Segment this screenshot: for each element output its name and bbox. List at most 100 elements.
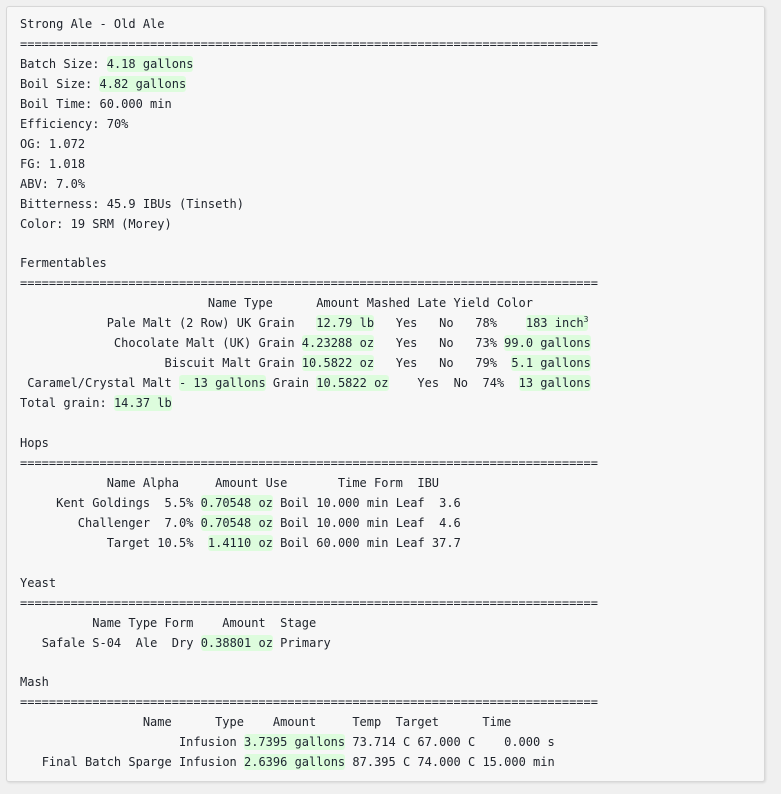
summary-label: Color: [20,216,64,231]
table-row: Pale Malt (2 Row) UK Grain 12.79 lb Yes … [20,315,589,332]
summary-value: 60.000 min [99,96,172,111]
hop-use: Boil [280,515,310,530]
hop-time: 10.000 min [316,495,389,510]
fermentable-type: Grain [272,376,310,391]
fermentable-amount: 10.5822 oz [316,375,389,392]
summary-row: Batch Size: 4.18 gallons [20,55,194,72]
fermentable-amount: 12.79 lb [316,315,375,332]
mash-type: Infusion [178,735,237,750]
mash-amount: 3.7395 gallons [243,734,346,751]
yeast-table: Name Type Form Amount Stage Safale S-04 … [20,616,331,651]
yeast-form: Dry [171,635,194,650]
fermentables-table: Name Type Amount Mashed Late Yield Color… [20,296,591,412]
yeast-name: Safale S-04 [41,635,122,650]
fermentable-type: Grain [258,336,295,351]
fermentable-mashed: Yes [395,356,418,371]
hop-time: 10.000 min [316,515,389,530]
hops-separator: ========================================… [20,455,598,470]
table-row: Name Alpha Amount Use Time Form IBU [20,476,439,490]
hop-ibu: 37.7 [431,535,461,550]
mash-temp: 87.395 C [352,755,411,770]
hop-name: Target [106,535,151,550]
fermentable-amount: 4.23288 oz [301,335,375,352]
hop-form: Leaf [395,515,425,530]
hop-use: Boil [280,495,310,510]
fermentable-late: No [439,316,454,331]
table-row: Chocolate Malt (UK) Grain 4.23288 oz Yes… [20,335,591,352]
fermentable-mashed: Yes [395,316,418,331]
hop-name: Challenger [77,515,151,530]
fermentable-color: 13 gallons [518,375,591,392]
summary-label: Efficiency: [20,116,100,131]
mash-time: 0.000 s [504,735,555,750]
summary-row: Bitterness: 45.9 IBUs (Tinseth) [20,197,244,211]
mash-target: 74.000 C [417,755,476,770]
yeast-header: Name Type Form Amount Stage [20,615,317,630]
table-row: Kent Goldings 5.5% 0.70548 oz Boil 10.00… [20,494,461,511]
summary-row: Boil Time: 60.000 min [20,97,172,111]
hops-title: Hops [20,436,49,451]
hop-amount: 1.4110 oz [207,534,273,551]
hop-amount: 0.70548 oz [200,494,273,511]
hop-amount: 0.70548 oz [200,514,273,531]
table-row: Final Batch Sparge Infusion 2.6396 gallo… [20,754,555,771]
hop-alpha: 7.0% [164,515,194,530]
fermentable-amount: 10.5822 oz [301,355,375,372]
fermentable-color: 99.0 gallons [504,335,591,352]
fermentable-yield: 78% [475,316,497,331]
yeast-type: Ale [135,635,158,650]
hop-alpha: 10.5% [157,535,194,550]
hop-time: 60.000 min [316,535,389,550]
total-grain-value: 14.37 lb [113,395,172,412]
fermentable-name: Caramel/Crystal Malt [27,376,172,391]
fermentable-type: Grain [258,316,295,331]
recipe-card: Strong Ale - Old Ale ===================… [6,6,765,782]
fermentable-late: No [439,336,454,351]
table-row: Target 10.5% 1.4110 oz Boil 60.000 min L… [20,534,461,551]
cubic-superscript: 3 [583,315,589,325]
mash-separator: ========================================… [20,695,598,710]
summary-row: ABV: 7.0% [20,177,85,191]
fermentable-color: 5.1 gallons [511,355,591,372]
hop-ibu: 3.6 [439,495,461,510]
hops-table: Name Alpha Amount Use Time Form IBU Kent… [20,476,461,551]
mash-header: Name Type Amount Temp Target Time [20,715,512,730]
total-grain-label: Total grain: [20,396,107,411]
fermentable-color: 183 inch3 [525,315,589,332]
table-row: Name Type Amount Temp Target Time [20,715,511,729]
hop-alpha: 5.5% [164,495,194,510]
yeast-stage: Primary [280,635,331,650]
table-row: Caramel/Crystal Malt - 13 gallons Grain … [20,375,591,392]
table-row: Biscuit Malt Grain 10.5822 oz Yes No 79%… [20,355,591,372]
fermentable-name: Biscuit Malt [164,356,252,371]
summary-value: 4.18 gallons [106,55,194,72]
mash-title: Mash [20,675,49,690]
summary-value: 7.0% [56,176,86,191]
hop-name: Kent Goldings [56,495,151,510]
hop-form: Leaf [395,535,425,550]
summary-value: 45.9 IBUs (Tinseth) [106,196,244,211]
hop-ibu: 4.6 [439,515,461,530]
summary-value: 19 SRM (Morey) [70,216,172,231]
recipe-text: Strong Ale - Old Ale ===================… [20,15,760,773]
summary-value: 1.018 [48,156,86,171]
fermentable-yield: 73% [475,336,497,351]
fermentables-separator: ========================================… [20,276,598,291]
summary-row: Color: 19 SRM (Morey) [20,217,172,231]
mash-target: 67.000 C [417,735,476,750]
hop-use: Boil [280,535,310,550]
fermentable-name: Pale Malt (2 Row) UK [106,316,252,331]
yeast-separator: ========================================… [20,595,598,610]
summary-label: Bitterness: [20,196,100,211]
fermentable-late: No [439,356,454,371]
mash-time: 15.000 min [482,755,555,770]
recipe-body: Strong Ale - Old Ale ===================… [20,15,760,781]
summary-row: Boil Size: 4.82 gallons [20,75,187,92]
table-row: Total grain: 14.37 lb [20,395,172,412]
table-row: Name Type Amount Mashed Late Yield Color [20,296,533,310]
mash-name: Final Batch Sparge [41,755,172,770]
mash-type: Infusion [178,755,237,770]
summary-label: Boil Time: [20,96,93,111]
yeast-amount: 0.38801 oz [200,634,273,651]
fermentable-mashed: Yes [417,376,440,391]
